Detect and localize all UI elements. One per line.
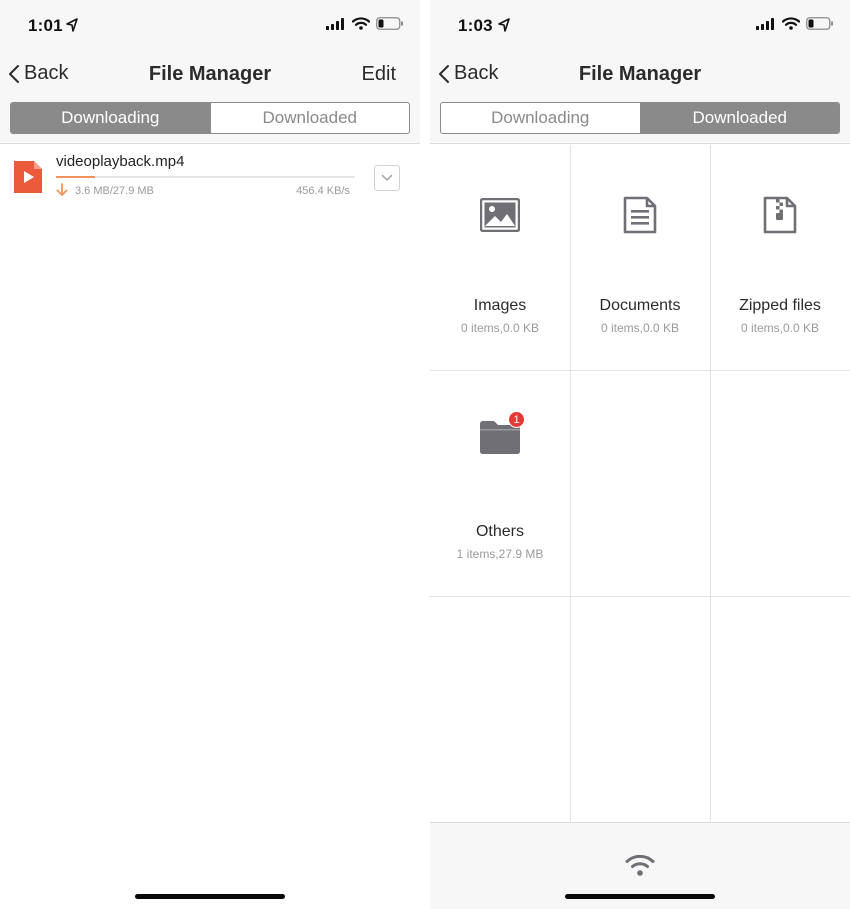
chevron-left-icon: [9, 64, 19, 83]
home-indicator: [135, 894, 285, 899]
download-item[interactable]: videoplayback.mp4 3.6 MB/27.9 MB 456.4 K…: [0, 145, 420, 207]
downloading-screen: 1:01 Back File Manager Edit Downloading …: [0, 0, 420, 909]
segment-bar: Downloading Downloaded: [0, 98, 420, 144]
screen-divider: [420, 0, 430, 909]
download-progress-bar: [56, 176, 355, 178]
document-icon: [620, 195, 660, 235]
zip-file-icon: [760, 195, 800, 235]
home-indicator: [565, 894, 715, 899]
back-label: Back: [454, 62, 499, 84]
chevron-left-icon: [439, 64, 449, 83]
downloaded-screen: 1:03 Back File Manager Downloading Downl…: [430, 0, 850, 909]
back-label: Back: [24, 62, 69, 84]
location-arrow-icon: [498, 18, 510, 32]
category-zipped-files[interactable]: Zipped files 0 items,0.0 KB: [710, 145, 850, 371]
navigation-bar: Back File Manager Edit: [0, 50, 420, 98]
category-info: 0 items,0.0 KB: [600, 321, 680, 335]
wifi-transfer-button[interactable]: [624, 853, 656, 877]
folder-icon: 1: [480, 411, 525, 457]
edit-button[interactable]: Edit: [362, 63, 396, 86]
download-speed: 456.4 KB/s: [296, 185, 350, 197]
download-file-name: videoplayback.mp4: [56, 153, 185, 170]
category-info: 1 items,27.9 MB: [456, 547, 544, 561]
status-indicators: [326, 17, 404, 30]
cellular-signal-icon: [756, 17, 774, 30]
segmented-control: Downloading Downloaded: [10, 102, 410, 134]
cellular-signal-icon: [326, 17, 344, 30]
image-icon: [480, 195, 520, 235]
segment-bar: Downloading Downloaded: [430, 98, 850, 144]
navigation-bar: Back File Manager: [430, 50, 850, 98]
battery-icon: [376, 17, 403, 30]
video-file-icon: [14, 161, 42, 193]
category-documents[interactable]: Documents 0 items,0.0 KB: [570, 145, 710, 371]
download-progress-fill: [56, 176, 95, 178]
tab-downloaded[interactable]: Downloaded: [209, 103, 410, 133]
notification-badge: 1: [508, 411, 525, 428]
location-arrow-icon: [66, 18, 78, 32]
chevron-down-icon: [381, 174, 393, 181]
status-indicators: [756, 17, 834, 30]
back-button[interactable]: Back: [438, 62, 498, 85]
status-bar: 1:03: [430, 0, 850, 50]
wifi-transfer-icon: [625, 854, 655, 876]
back-button[interactable]: Back: [8, 62, 68, 85]
tab-downloading[interactable]: Downloading: [11, 103, 210, 133]
category-name: Images: [473, 297, 527, 314]
status-time: 1:01: [28, 16, 63, 35]
download-size-progress: 3.6 MB/27.9 MB: [75, 185, 154, 197]
category-name: Documents: [599, 297, 681, 314]
wifi-status-icon: [782, 17, 800, 30]
category-others[interactable]: 1 Others 1 items,27.9 MB: [430, 371, 570, 597]
status-bar: 1:01: [0, 0, 420, 50]
expand-options-button[interactable]: [374, 165, 400, 191]
category-name: Zipped files: [739, 297, 821, 314]
category-name: Others: [475, 523, 524, 540]
status-time: 1:03: [458, 16, 493, 35]
category-info: 0 items,0.0 KB: [460, 321, 540, 335]
tab-downloading[interactable]: Downloading: [441, 103, 640, 133]
download-arrow-icon: [56, 183, 68, 196]
battery-icon: [806, 17, 833, 30]
category-images[interactable]: Images 0 items,0.0 KB: [430, 145, 570, 371]
tab-downloaded[interactable]: Downloaded: [639, 103, 839, 133]
segmented-control: Downloading Downloaded: [440, 102, 840, 134]
wifi-status-icon: [352, 17, 370, 30]
category-info: 0 items,0.0 KB: [740, 321, 820, 335]
